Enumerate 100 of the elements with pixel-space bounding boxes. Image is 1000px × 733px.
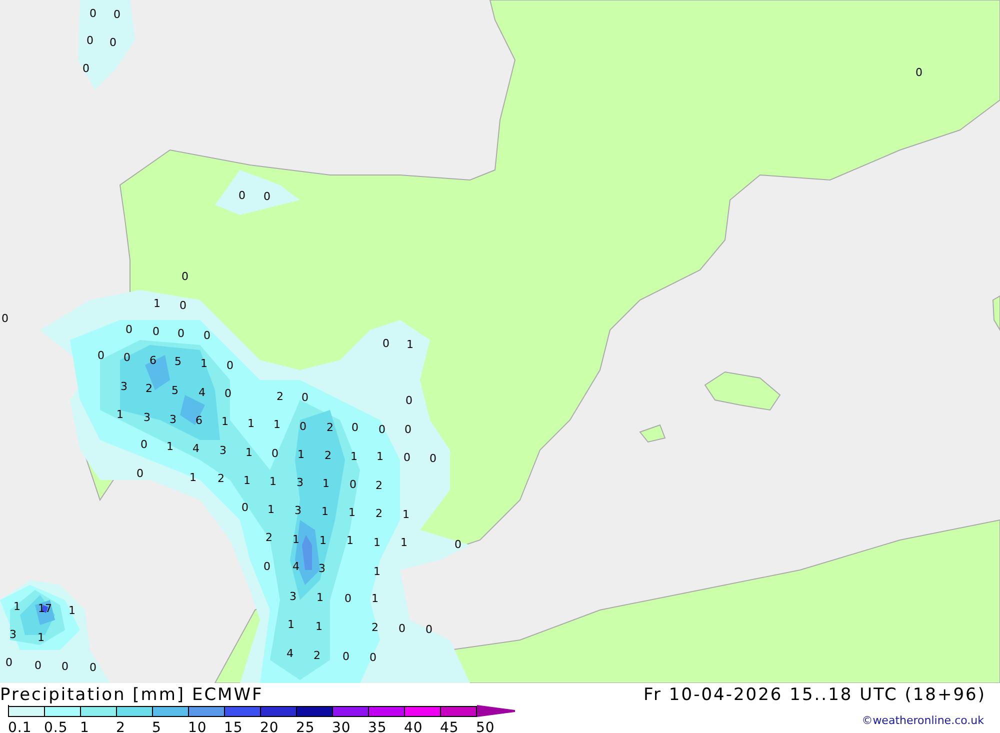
precipitation-value: 2 bbox=[324, 449, 332, 462]
precipitation-value: 0 bbox=[152, 325, 160, 338]
precipitation-value: 0 bbox=[82, 62, 90, 75]
scale-label: 10 bbox=[188, 720, 207, 733]
precipitation-value: 1 bbox=[372, 592, 378, 605]
precipitation-value: 3 bbox=[296, 476, 304, 489]
precipitation-value: 6 bbox=[196, 414, 202, 427]
precipitation-value: 0 bbox=[6, 656, 12, 669]
precipitation-value: 3 bbox=[10, 628, 16, 641]
precipitation-value: 3 bbox=[170, 413, 176, 426]
precipitation-value: 2 bbox=[314, 649, 320, 662]
precipitation-value: 0 bbox=[404, 423, 412, 436]
precipitation-value: 0 bbox=[204, 329, 210, 342]
precipitation-value: 1 bbox=[190, 471, 196, 484]
precipitation-value: 1 bbox=[374, 565, 380, 578]
precipitation-value: 0 bbox=[90, 661, 96, 674]
precipitation-value: 1 bbox=[348, 506, 356, 519]
precipitation-value: 1 bbox=[322, 477, 330, 490]
precipitation-value: 5 bbox=[174, 355, 182, 368]
precipitation-value: 0 bbox=[344, 592, 352, 605]
precipitation-value: 3 bbox=[294, 504, 302, 517]
precipitation-value: 0 bbox=[86, 34, 94, 47]
precipitation-value: 1 bbox=[346, 534, 354, 547]
precipitation-value: 1 bbox=[374, 536, 380, 549]
precipitation-value: 0 bbox=[124, 351, 130, 364]
precipitation-value: 2 bbox=[376, 507, 382, 520]
scale-label: 2 bbox=[116, 720, 126, 733]
precipitation-value: 0 bbox=[264, 190, 270, 203]
precipitation-value: 0 bbox=[398, 622, 406, 635]
precipitation-value: 0 bbox=[226, 359, 234, 372]
precipitation-value: 1 bbox=[270, 475, 276, 488]
precipitation-value: 0 bbox=[352, 421, 358, 434]
precipitation-value: 0 bbox=[114, 8, 120, 21]
precipitation-value: 0 bbox=[136, 467, 144, 480]
precipitation-value: 1 bbox=[166, 440, 174, 453]
precipitation-value: 0 bbox=[2, 312, 8, 325]
precipitation-value: 3 bbox=[220, 444, 226, 457]
precipitation-value: 4 bbox=[192, 442, 200, 455]
precipitation-value: 0 bbox=[140, 438, 148, 451]
precipitation-value: 1 bbox=[320, 534, 326, 547]
precipitation-value: 5 bbox=[172, 384, 178, 397]
precipitation-value: 1 bbox=[200, 357, 208, 370]
scale-label: 35 bbox=[368, 720, 387, 733]
precipitation-value: 0 bbox=[242, 501, 248, 514]
precipitation-value: 0 bbox=[382, 337, 390, 350]
credit-link[interactable]: ©weatheronline.co.uk bbox=[862, 714, 984, 727]
scale-label: 40 bbox=[404, 720, 423, 733]
precipitation-value: 0 bbox=[370, 651, 376, 664]
scale-label: 45 bbox=[440, 720, 459, 733]
scale-label: 5 bbox=[152, 720, 162, 733]
precipitation-value: 1 bbox=[274, 418, 280, 431]
precipitation-value: 1 bbox=[292, 533, 300, 546]
scale-label: 20 bbox=[260, 720, 279, 733]
precipitation-value: 1 bbox=[154, 297, 160, 310]
precipitation-value: 0 bbox=[62, 660, 68, 673]
precipitation-value: 0 bbox=[34, 659, 42, 672]
precipitation-value: 3 bbox=[318, 562, 326, 575]
precipitation-value: 0 bbox=[406, 394, 412, 407]
precipitation-value: 3 bbox=[144, 411, 150, 424]
precipitation-value: 1 bbox=[400, 536, 408, 549]
precipitation-value: 2 bbox=[218, 472, 224, 485]
precipitation-value: 0 bbox=[90, 7, 96, 20]
precipitation-value: 0 bbox=[182, 270, 188, 283]
scale-label: 1 bbox=[80, 720, 90, 733]
precipitation-value: 0 bbox=[430, 452, 436, 465]
precipitation-value: 0 bbox=[238, 189, 246, 202]
valid-time: Fr 10-04-2026 15..18 UTC (18+96) bbox=[644, 685, 986, 705]
precipitation-value: 1 bbox=[38, 631, 44, 644]
precipitation-value: 0 bbox=[426, 623, 432, 636]
precipitation-value: 0 bbox=[264, 560, 270, 573]
scale-label: 15 bbox=[224, 720, 243, 733]
precipitation-value: 3 bbox=[120, 380, 128, 393]
precipitation-value: 1 bbox=[376, 450, 384, 463]
precipitation-value: 1 bbox=[244, 474, 250, 487]
precipitation-value: 0 bbox=[180, 299, 186, 312]
precipitation-value: 6 bbox=[150, 354, 156, 367]
precipitation-value: 2 bbox=[326, 421, 334, 434]
scale-label: 30 bbox=[332, 720, 351, 733]
precipitation-value: 1 bbox=[298, 448, 304, 461]
precipitation-value: 2 bbox=[376, 479, 382, 492]
precipitation-value: 4 bbox=[286, 647, 294, 660]
precipitation-value: 0 bbox=[178, 327, 184, 340]
precipitation-value: 0 bbox=[224, 387, 232, 400]
precipitation-value: 3 bbox=[290, 590, 296, 603]
precipitation-value: 1 bbox=[14, 600, 20, 613]
precipitation-value: 0 bbox=[302, 391, 308, 404]
scale-label: 0.1 bbox=[8, 720, 32, 733]
precipitation-value: 1 bbox=[288, 618, 294, 631]
precipitation-value: 0 bbox=[378, 423, 386, 436]
precipitation-value: 2 bbox=[146, 382, 152, 395]
scale-label: 0.5 bbox=[44, 720, 68, 733]
precipitation-value: 1 bbox=[350, 450, 358, 463]
precipitation-value: 0 bbox=[110, 36, 116, 49]
precipitation-value: 0 bbox=[342, 650, 350, 663]
precipitation-value: 0 bbox=[272, 447, 278, 460]
precipitation-value: 2 bbox=[276, 390, 284, 403]
precipitation-value: 1 bbox=[402, 508, 410, 521]
precipitation-value: 1 bbox=[246, 446, 252, 459]
precipitation-value: 1 bbox=[316, 620, 322, 633]
precipitation-value: 0 bbox=[916, 66, 922, 79]
